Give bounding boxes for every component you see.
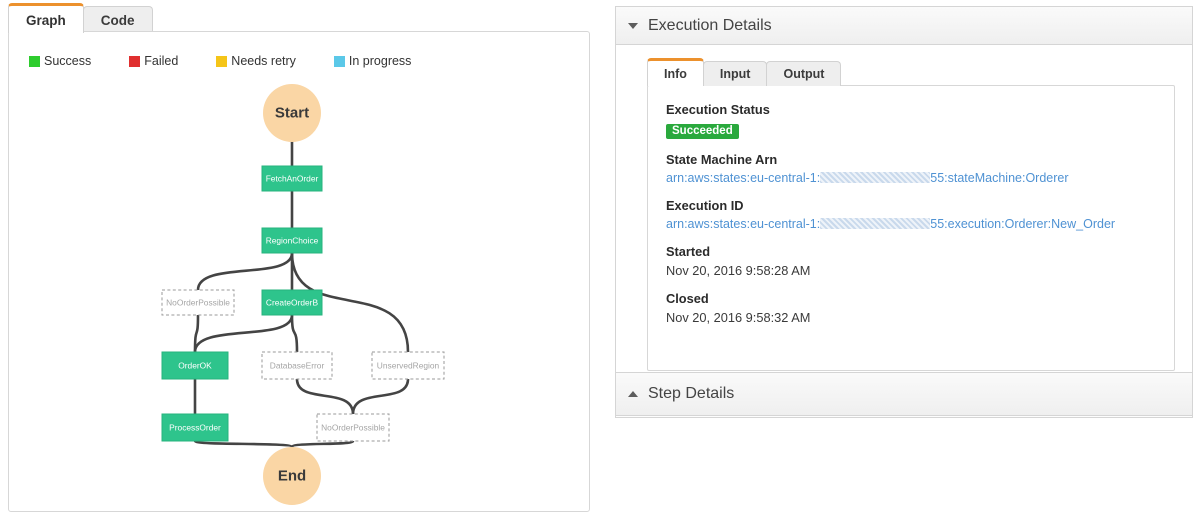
graph-node-unservedregion[interactable]: UnservedRegion [371, 351, 445, 380]
node-label: ProcessOrder [169, 423, 221, 433]
graph-edge [196, 251, 294, 292]
closed-label: Closed [666, 291, 709, 306]
node-label: UnservedRegion [377, 361, 440, 371]
execution-id-link[interactable]: arn:aws:states:eu-central-1: 55:execution… [666, 217, 1156, 231]
tab-output-label: Output [783, 67, 825, 81]
chevron-up-icon[interactable] [628, 391, 638, 397]
execution-id-label: Execution ID [666, 198, 744, 213]
state-machine-arn-label: State Machine Arn [666, 152, 778, 167]
graph-node-end[interactable]: End [263, 447, 321, 505]
step-details-header[interactable]: Step Details [616, 373, 1192, 415]
chevron-down-icon[interactable] [628, 22, 638, 29]
state-machine-arn-prefix: arn:aws:states:eu-central-1: [666, 171, 821, 185]
node-label: NoOrderPossible [166, 298, 230, 308]
execution-details-title: Execution Details [648, 16, 772, 34]
field-state-machine-arn: State Machine Arn arn:aws:states:eu-cent… [666, 152, 1156, 185]
node-label: End [278, 468, 306, 485]
graph-edge [290, 439, 355, 449]
execution-details-body: Info Input Output Execution Status Succe… [616, 45, 1192, 383]
execution-status-label: Execution Status [666, 102, 770, 117]
execution-details-pane: Execution Details Info Input Output Exec… [615, 6, 1193, 418]
tab-graph[interactable]: Graph [8, 3, 84, 33]
node-label: Start [275, 105, 309, 122]
graph-edge [290, 313, 299, 354]
field-closed: Closed Nov 20, 2016 9:58:32 AM [666, 291, 1156, 325]
graph-node-noorderpossible1[interactable]: NoOrderPossible [161, 289, 235, 316]
node-label: FetchAnOrder [266, 174, 319, 184]
node-label: OrderOK [178, 361, 212, 371]
tab-input-label: Input [719, 67, 751, 81]
tab-code[interactable]: Code [82, 6, 153, 33]
graph-pane: Graph Code Success Failed Needs retry In… [8, 0, 590, 516]
redacted-account-id-2 [820, 218, 931, 229]
state-machine-arn-link[interactable]: arn:aws:states:eu-central-1: 55:stateMach… [666, 171, 1156, 185]
graph-node-fetchanorder[interactable]: FetchAnOrder [261, 165, 323, 192]
tab-info[interactable]: Info [647, 58, 704, 86]
status-badge: Succeeded [666, 124, 739, 139]
redacted-account-id [820, 172, 931, 183]
graph-node-processorder[interactable]: ProcessOrder [161, 413, 229, 442]
graph-node-noorderpossible2[interactable]: NoOrderPossible [316, 413, 390, 442]
state-machine-arn-suffix: 55:stateMachine:Orderer [930, 171, 1069, 185]
field-started: Started Nov 20, 2016 9:58:28 AM [666, 244, 1156, 278]
graph-node-createorderb[interactable]: CreateOrderB [261, 289, 323, 316]
step-details-panel: Step Details [615, 372, 1193, 416]
node-label: NoOrderPossible [321, 423, 385, 433]
tab-code-label: Code [100, 12, 135, 28]
execution-details-header[interactable]: Execution Details [616, 7, 1192, 45]
closed-value: Nov 20, 2016 9:58:32 AM [666, 310, 811, 325]
started-value: Nov 20, 2016 9:58:28 AM [666, 263, 811, 278]
graph-edge [193, 439, 294, 449]
graph-node-orderok[interactable]: OrderOK [161, 351, 229, 380]
graph-node-start[interactable]: Start [263, 84, 321, 142]
graph-edge [295, 377, 355, 416]
state-machine-graph[interactable]: Start FetchAnOrder RegionChoice NoOrderPoss… [9, 32, 591, 513]
graph-node-regionchoice[interactable]: RegionChoice [261, 227, 323, 254]
node-label: RegionChoice [266, 236, 319, 246]
tab-graph-label: Graph [26, 12, 66, 28]
started-label: Started [666, 244, 711, 259]
execution-id-suffix: 55:execution:Orderer:New_Order [930, 217, 1116, 231]
tab-input[interactable]: Input [702, 61, 768, 86]
tab-output[interactable]: Output [766, 61, 842, 86]
node-label: CreateOrderB [266, 298, 319, 308]
step-details-pane: Step Details [615, 372, 1193, 416]
app-root: Graph Code Success Failed Needs retry In… [0, 0, 1200, 525]
field-execution-id: Execution ID arn:aws:states:eu-central-1… [666, 198, 1156, 231]
graph-code-tabstrip: Graph Code [8, 3, 153, 33]
execution-id-prefix: arn:aws:states:eu-central-1: [666, 217, 821, 231]
graph-card: Success Failed Needs retry In progress S… [8, 31, 590, 512]
graph-edge [193, 313, 294, 354]
graph-node-databaseerror[interactable]: DatabaseError [261, 351, 333, 380]
step-details-title: Step Details [648, 385, 735, 402]
node-label: DatabaseError [270, 361, 325, 371]
graph-edge [351, 377, 410, 416]
tab-info-label: Info [664, 67, 687, 81]
execution-details-panel: Execution Details Info Input Output Exec… [615, 6, 1193, 418]
execution-info-box: Execution Status Succeeded State Machine… [647, 85, 1175, 371]
field-execution-status: Execution Status Succeeded [666, 102, 1156, 139]
info-input-output-tabstrip: Info Input Output [647, 58, 842, 86]
